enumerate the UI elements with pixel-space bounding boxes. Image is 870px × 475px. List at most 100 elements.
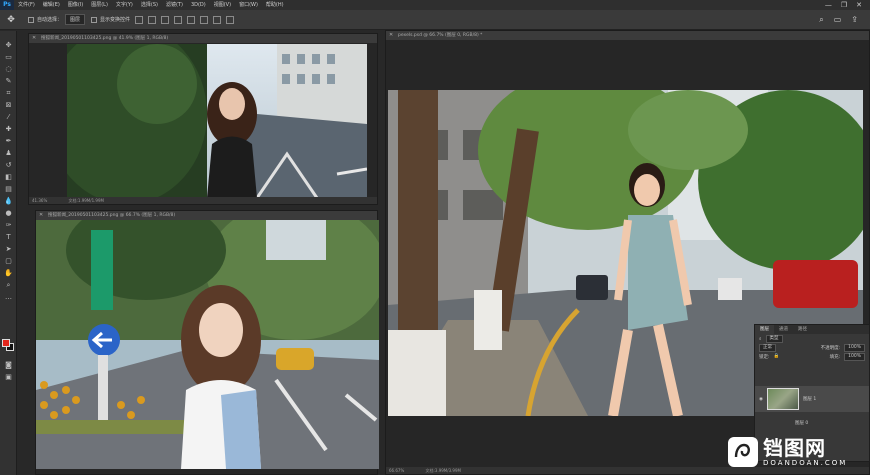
search-icon[interactable]: ⌕ bbox=[819, 15, 823, 25]
maximize-button[interactable]: ❐ bbox=[841, 1, 847, 9]
type-icon[interactable]: T bbox=[3, 233, 14, 241]
align-top-icon[interactable] bbox=[174, 15, 183, 24]
doc1-zoom[interactable]: 41.36% bbox=[32, 198, 47, 203]
move-tool-icon[interactable]: ✥ bbox=[0, 15, 22, 25]
auto-select-dropdown[interactable]: 图层 bbox=[65, 14, 86, 25]
doc1-canvas[interactable] bbox=[67, 44, 367, 198]
move-icon[interactable]: ✥ bbox=[3, 41, 14, 49]
menu-window[interactable]: 窗口(W) bbox=[235, 0, 262, 10]
watermark: 铛图网 DOANDOAN.COM bbox=[728, 432, 868, 472]
doc1-title: 搜狐新闻_20190501103425.png @ 41.9% (图层 1, R… bbox=[41, 36, 169, 41]
close-button[interactable]: ✕ bbox=[856, 1, 862, 9]
menu-help[interactable]: 帮助(H) bbox=[262, 0, 288, 10]
quick-select-icon[interactable]: ✎ bbox=[3, 77, 14, 85]
close-icon[interactable]: ✕ bbox=[389, 33, 394, 38]
share-icon[interactable]: ⇪ bbox=[851, 15, 858, 25]
menu-edit[interactable]: 编辑(E) bbox=[39, 0, 64, 10]
healing-brush-icon[interactable]: ✚ bbox=[3, 125, 14, 133]
blend-row: 正常 不透明度: 100% bbox=[755, 343, 869, 352]
layers-panel-tabs: 图层 通道 路径 bbox=[755, 325, 869, 334]
fill-input[interactable]: 100% bbox=[844, 352, 865, 361]
pen-icon[interactable]: ✑ bbox=[3, 221, 14, 229]
show-transform-checkbox[interactable] bbox=[91, 16, 98, 23]
menu-filter[interactable]: 滤镜(T) bbox=[162, 0, 187, 10]
doc3-zoom[interactable]: 66.67% bbox=[389, 468, 404, 473]
lock-icon[interactable]: 🔒 bbox=[774, 354, 780, 359]
crop-icon[interactable]: ⌗ bbox=[3, 89, 14, 97]
layer-kind-dropdown[interactable]: 类型 bbox=[765, 334, 783, 343]
clone-stamp-icon[interactable]: ♟ bbox=[3, 149, 14, 157]
auto-select-label: 自动选择： bbox=[37, 17, 63, 23]
menu-select[interactable]: 选择(S) bbox=[137, 0, 162, 10]
options-right-icons: ⌕ ▭ ⇪ bbox=[819, 15, 870, 25]
close-icon[interactable]: ✕ bbox=[39, 213, 44, 218]
zoom-icon[interactable]: ⌕ bbox=[3, 281, 14, 289]
align-right-icon[interactable] bbox=[161, 15, 170, 24]
auto-select-checkbox[interactable] bbox=[28, 16, 34, 23]
doc1-titlebar[interactable]: ✕ 搜狐新闻_20190501103425.png @ 41.9% (图层 1,… bbox=[29, 34, 377, 43]
lasso-icon[interactable]: ◌ bbox=[3, 65, 14, 73]
options-bar: ✥ 自动选择： 图层 显示变换控件 ⌕ ▭ ⇪ bbox=[0, 10, 870, 30]
opacity-input[interactable]: 100% bbox=[844, 343, 865, 352]
hand-icon[interactable]: ✋ bbox=[3, 269, 14, 277]
brush-icon[interactable]: ✒ bbox=[3, 137, 14, 145]
align-left-icon[interactable] bbox=[135, 15, 144, 24]
document-window-1[interactable]: ✕ 搜狐新闻_20190501103425.png @ 41.9% (图层 1,… bbox=[28, 33, 378, 205]
tab-paths[interactable]: 路径 bbox=[793, 325, 812, 334]
align-center-icon[interactable] bbox=[148, 15, 157, 24]
layer-thumbnail bbox=[766, 388, 799, 410]
filter-search-icon[interactable]: ⌕ bbox=[759, 336, 762, 342]
doc1-docsize: 文档:1.99M/1.99M bbox=[68, 198, 104, 203]
photoshop-window: Ps 文件(F) 编辑(E) 图像(I) 图层(L) 文字(Y) 选择(S) 滤… bbox=[0, 0, 870, 475]
doc1-photo bbox=[67, 44, 367, 198]
layer-name[interactable]: 图层 1 bbox=[803, 396, 816, 402]
menu-image[interactable]: 图像(I) bbox=[64, 0, 87, 10]
document-window-2[interactable]: ✕ 搜狐新闻_20190501103425.png @ 66.7% (图层 1,… bbox=[35, 210, 379, 475]
eyedropper-icon[interactable]: ⁄ bbox=[3, 113, 14, 121]
frame-icon[interactable]: ⊠ bbox=[3, 101, 14, 109]
menu-bar: Ps 文件(F) 编辑(E) 图像(I) 图层(L) 文字(Y) 选择(S) 滤… bbox=[0, 0, 870, 10]
menu-layer[interactable]: 图层(L) bbox=[87, 0, 112, 10]
doc1-statusbar: 41.36% 文档:1.99M/1.99M bbox=[29, 197, 377, 204]
minimize-button[interactable]: — bbox=[825, 1, 832, 9]
doc2-titlebar[interactable]: ✕ 搜狐新闻_20190501103425.png @ 66.7% (图层 1,… bbox=[36, 211, 377, 220]
doc2-canvas[interactable] bbox=[36, 220, 379, 469]
screen-mode-icon[interactable]: ▣ bbox=[3, 373, 14, 381]
marquee-icon[interactable]: ▭ bbox=[3, 53, 14, 61]
workspace-icon[interactable]: ▭ bbox=[834, 15, 842, 25]
layer-filter-row: ⌕ 类型 bbox=[755, 334, 869, 343]
doc3-titlebar[interactable]: ✕ pexels.psd @ 66.7% (图层 0, RGB/8) * bbox=[386, 31, 869, 40]
dodge-icon[interactable]: ● bbox=[3, 209, 14, 217]
doc3-title: pexels.psd @ 66.7% (图层 0, RGB/8) * bbox=[398, 33, 483, 38]
tab-layers[interactable]: 图层 bbox=[755, 325, 774, 334]
app-logo: Ps bbox=[0, 0, 14, 10]
menu-3d[interactable]: 3D(D) bbox=[187, 0, 210, 10]
layer-row[interactable]: ◉ 图层 1 bbox=[755, 386, 869, 412]
gradient-icon[interactable]: ▤ bbox=[3, 185, 14, 193]
background-layer-name[interactable]: 图层 0 bbox=[795, 420, 808, 426]
3d-mode-icon[interactable] bbox=[226, 15, 235, 24]
visibility-eye-icon[interactable]: ◉ bbox=[759, 397, 763, 402]
close-icon[interactable]: ✕ bbox=[32, 36, 37, 41]
align-middle-icon[interactable] bbox=[187, 15, 196, 24]
menu-type[interactable]: 文字(Y) bbox=[112, 0, 137, 10]
history-brush-icon[interactable]: ↺ bbox=[3, 161, 14, 169]
doc2-photo bbox=[36, 220, 379, 469]
foreground-color-swatch[interactable] bbox=[2, 339, 10, 347]
distribute-icon[interactable] bbox=[213, 15, 222, 24]
watermark-logo-icon bbox=[728, 437, 758, 467]
menu-file[interactable]: 文件(F) bbox=[14, 0, 39, 10]
eraser-icon[interactable]: ◧ bbox=[3, 173, 14, 181]
fill-label: 填充: bbox=[829, 354, 841, 360]
quick-mask-icon[interactable]: ◙ bbox=[3, 361, 14, 369]
shape-icon[interactable]: ▢ bbox=[3, 257, 14, 265]
path-select-icon[interactable]: ➤ bbox=[3, 245, 14, 253]
blend-mode-dropdown[interactable]: 正常 bbox=[759, 343, 776, 352]
menu-view[interactable]: 视图(V) bbox=[210, 0, 235, 10]
align-bottom-icon[interactable] bbox=[200, 15, 209, 24]
lock-label: 锁定: bbox=[759, 354, 770, 360]
tab-channels[interactable]: 通道 bbox=[774, 325, 793, 334]
more-tools-icon[interactable]: … bbox=[3, 293, 14, 301]
doc2-title: 搜狐新闻_20190501103425.png @ 66.7% (图层 1, R… bbox=[48, 213, 176, 218]
blur-icon[interactable]: 💧 bbox=[3, 197, 14, 205]
